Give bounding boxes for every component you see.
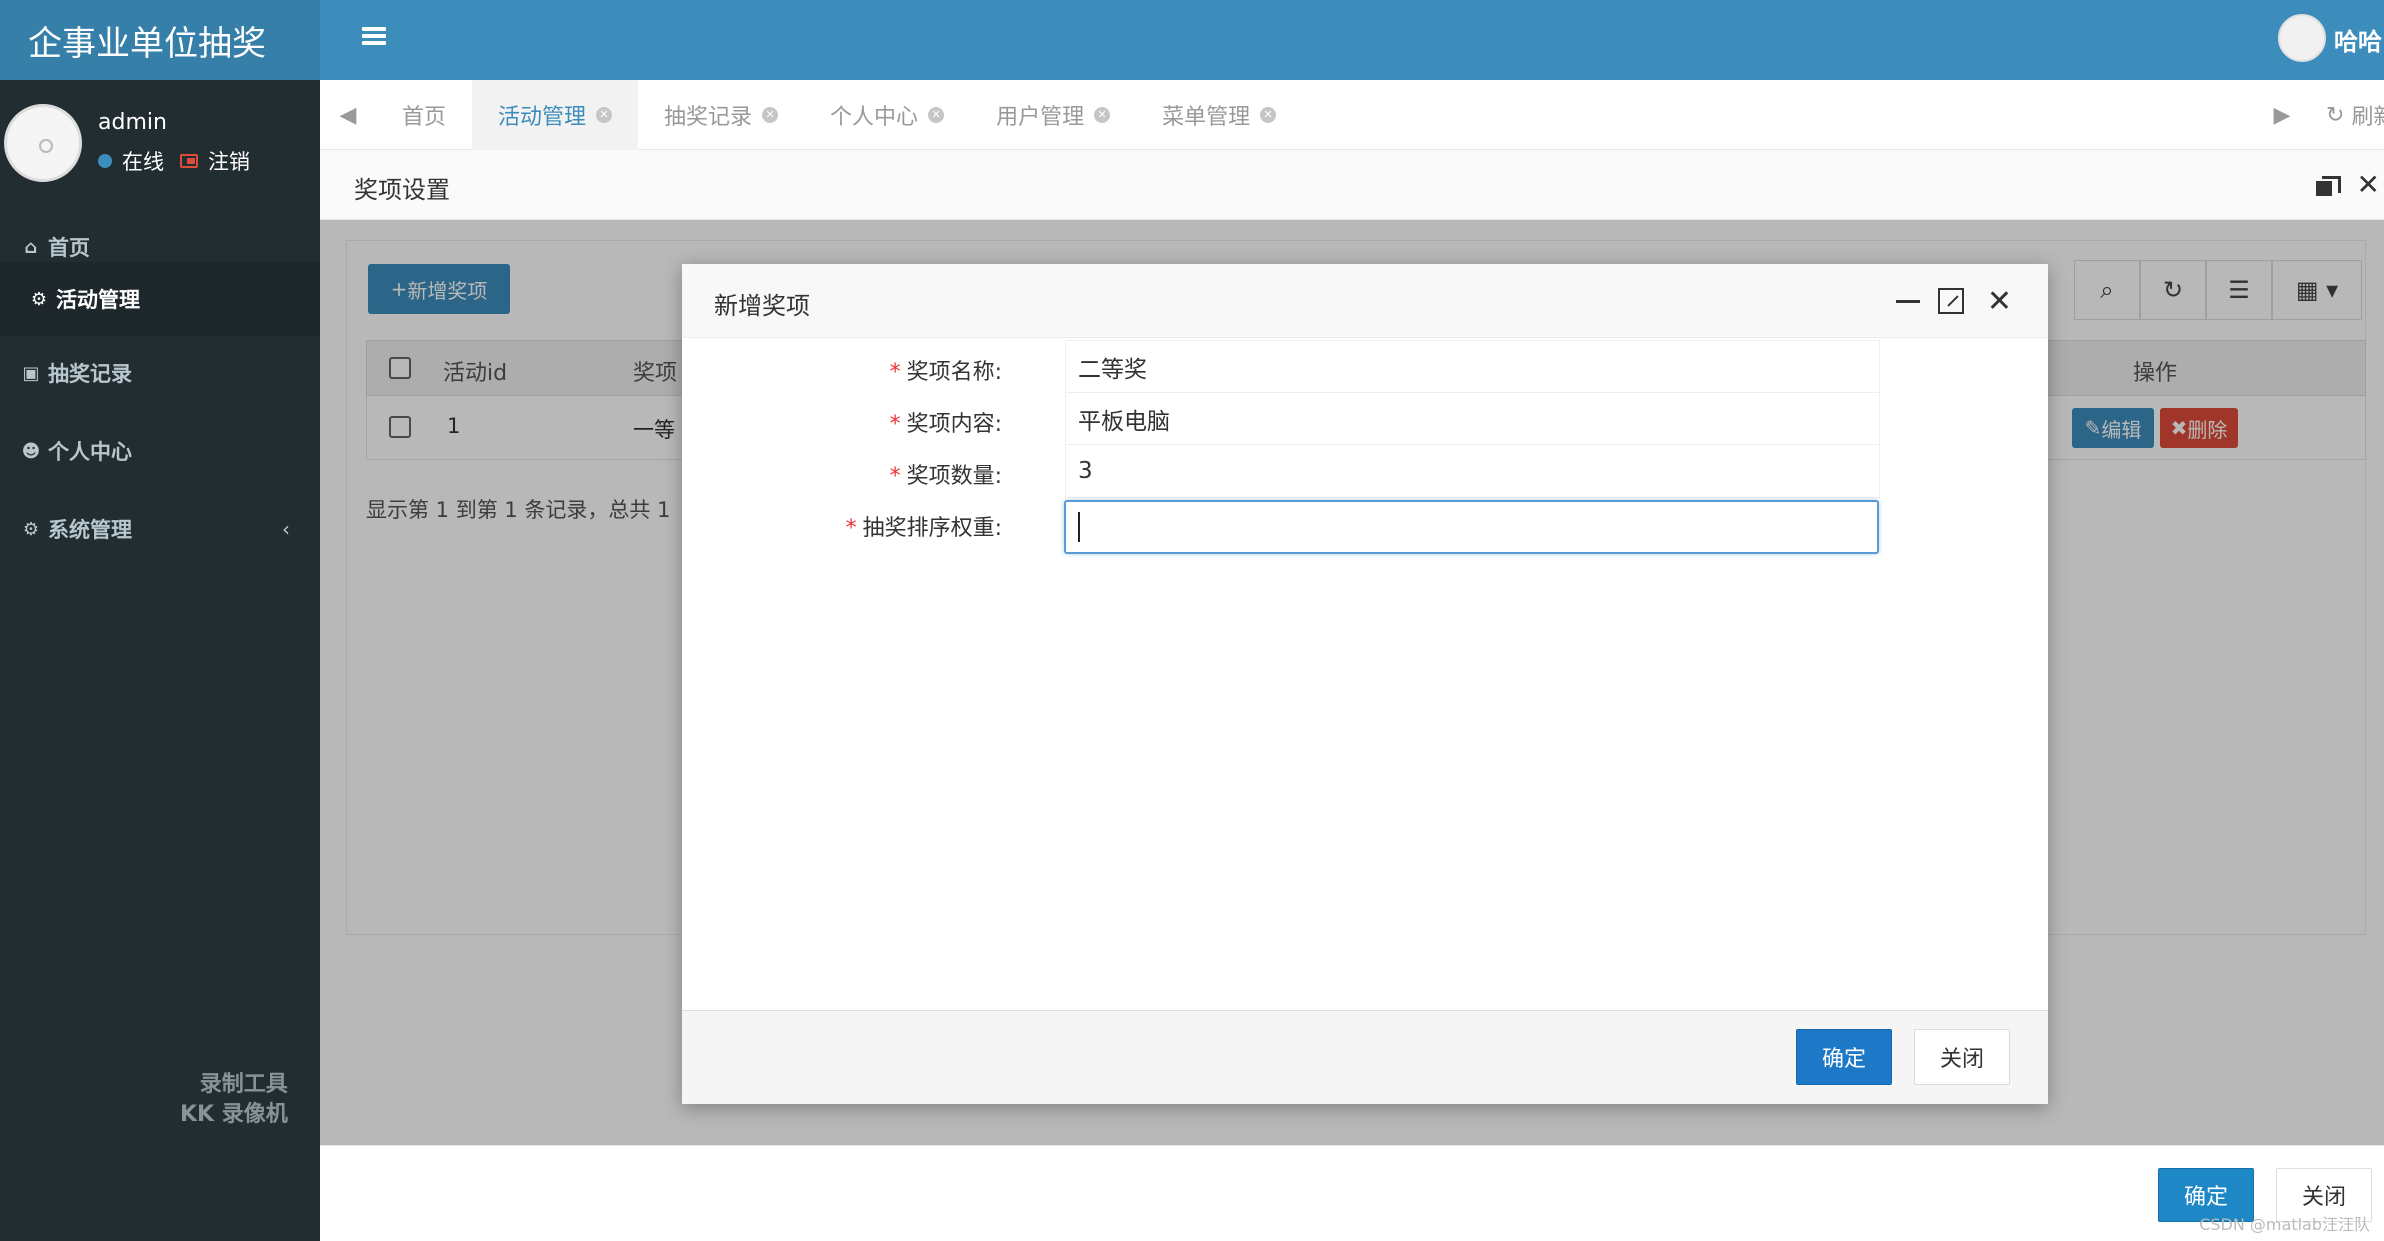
user-panel: admin 在线 注销	[0, 80, 320, 210]
maximize-icon[interactable]	[1938, 288, 1964, 314]
home-icon: ⌂	[24, 236, 38, 258]
text-caret	[1078, 512, 1080, 542]
sidebar-item-label: 活动管理	[56, 288, 140, 312]
dialog-footer: 确定 关闭	[682, 1010, 2048, 1104]
online-dot-icon	[98, 154, 112, 168]
logout-link[interactable]: 注销	[208, 146, 250, 176]
confirm-button[interactable]: 确定	[1796, 1029, 1892, 1085]
tabs-bar: ◀ 首页 活动管理 ✕ 抽奖记录 ✕ 个人中心 ✕ 用户管理 ✕ 菜单管理 ✕ ▶ ↻ 刷…	[320, 80, 2384, 150]
user-name: admin	[98, 110, 167, 135]
sidebar-item-activity[interactable]: ⚙ 活动管理	[0, 262, 320, 336]
dialog-title: 新增奖项	[714, 292, 810, 320]
app-title: 企事业单位抽奖	[28, 23, 266, 64]
sidebar-item-label: 系统管理	[48, 518, 132, 542]
tabs-scroll-right-icon[interactable]: ▶	[2254, 80, 2310, 150]
top-navbar: 哈哈	[320, 0, 2384, 80]
tab-records[interactable]: 抽奖记录 ✕	[638, 80, 804, 150]
csdn-watermark: CSDN @matlab汪汪队	[2199, 1215, 2370, 1234]
cogs-icon: ⚙	[30, 288, 48, 310]
calendar-check-icon: ▣	[22, 362, 40, 384]
dialog-close-icon[interactable]: ✕	[1987, 284, 2012, 319]
add-prize-dialog: 新增奖项 ✕ * 奖项名称: 二等奖 * 奖项内容: 平板电脑 * 奖项数量: 3 *…	[682, 264, 2048, 1104]
prize-content-label: * 奖项内容:	[889, 412, 1002, 437]
prize-name-input[interactable]: 二等奖	[1065, 340, 1880, 394]
hamburger-menu-icon[interactable]	[362, 24, 386, 48]
minimize-icon[interactable]	[1896, 300, 1920, 303]
outer-window-title: 奖项设置	[354, 176, 450, 204]
refresh-icon: ↻	[2326, 102, 2345, 128]
users-icon: ☻	[21, 440, 41, 462]
sidebar-item-label: 个人中心	[48, 440, 132, 464]
sidebar: admin 在线 注销 ⌂ 首页 ⚙ 活动管理 ▣ 抽奖记录 ☻ 个人中心 ⚙ …	[0, 80, 320, 1241]
user-status: 在线 注销	[98, 146, 250, 176]
prize-quantity-label: * 奖项数量:	[889, 464, 1002, 489]
top-user-avatar[interactable]	[2278, 14, 2326, 62]
sort-weight-input[interactable]	[1064, 500, 1879, 554]
tab-activity[interactable]: 活动管理 ✕	[472, 80, 639, 150]
tab-users[interactable]: 用户管理 ✕	[970, 80, 1136, 150]
sidebar-item-profile[interactable]: ☻ 个人中心	[0, 414, 320, 488]
tab-close-icon[interactable]: ✕	[1094, 107, 1111, 123]
dialog-header: 新增奖项 ✕	[682, 264, 2048, 338]
sidebar-item-system[interactable]: ⚙ 系统管理 ‹	[0, 492, 320, 566]
close-button[interactable]: 关闭	[1914, 1029, 2010, 1085]
gear-icon: ⚙	[22, 518, 40, 540]
avatar	[4, 104, 82, 182]
close-icon[interactable]: ✕	[2357, 168, 2380, 201]
sidebar-item-records[interactable]: ▣ 抽奖记录	[0, 336, 320, 410]
tab-profile[interactable]: 个人中心 ✕	[804, 80, 970, 150]
tab-home[interactable]: 首页	[376, 80, 472, 150]
logout-icon[interactable]	[180, 154, 198, 168]
tab-close-icon[interactable]: ✕	[928, 107, 945, 123]
sort-weight-label: * 抽奖排序权重:	[845, 516, 1002, 541]
tabs: 首页 活动管理 ✕ 抽奖记录 ✕ 个人中心 ✕ 用户管理 ✕ 菜单管理 ✕	[376, 80, 1302, 150]
recorder-watermark: 录制工具 KK 录像机	[180, 1072, 288, 1127]
outer-window-titlebar: 奖项设置 ✕	[320, 150, 2384, 220]
top-user-name[interactable]: 哈哈	[2334, 22, 2384, 57]
outer-window-footer: 确定 关闭 CSDN @matlab汪汪队	[320, 1145, 2384, 1241]
tabs-scroll-left-icon[interactable]: ◀	[320, 80, 376, 150]
tab-close-icon[interactable]: ✕	[762, 107, 779, 123]
prize-quantity-input[interactable]: 3	[1065, 444, 1880, 498]
sidebar-item-label: 抽奖记录	[48, 362, 132, 386]
chevron-left-icon: ‹	[282, 517, 290, 541]
app-logo[interactable]: 企事业单位抽奖	[0, 0, 320, 80]
restore-icon[interactable]	[2316, 176, 2341, 196]
tab-menus[interactable]: 菜单管理 ✕	[1136, 80, 1302, 150]
tab-close-icon[interactable]: ✕	[1260, 107, 1277, 123]
sidebar-item-label: 首页	[48, 236, 90, 260]
refresh-button[interactable]: ↻ 刷新	[2326, 80, 2384, 150]
tab-close-icon[interactable]: ✕	[596, 107, 613, 123]
prize-content-input[interactable]: 平板电脑	[1065, 392, 1880, 446]
online-label: 在线	[122, 150, 164, 174]
prize-name-label: * 奖项名称:	[889, 360, 1002, 385]
